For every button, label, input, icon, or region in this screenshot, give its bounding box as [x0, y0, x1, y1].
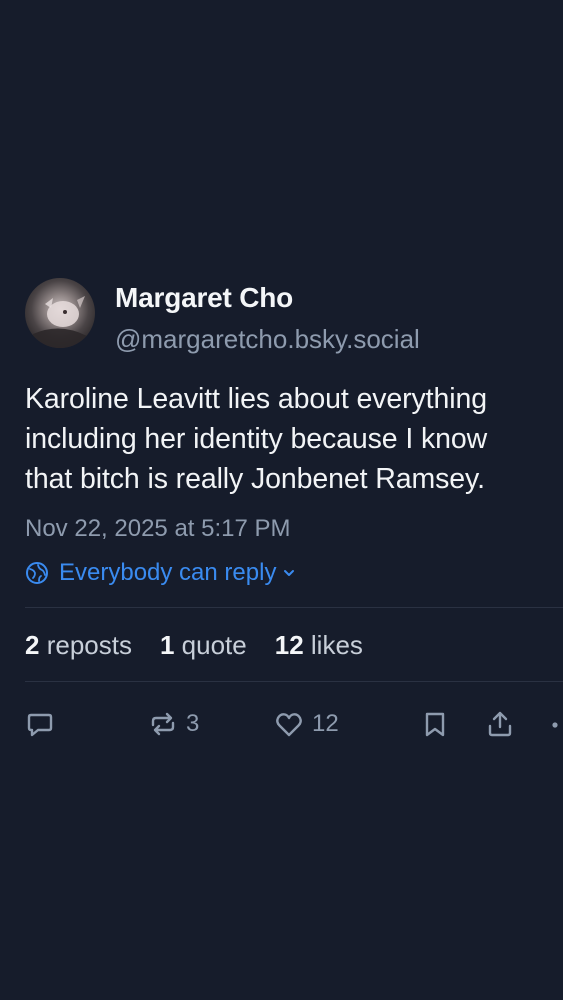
chevron-down-icon: [284, 570, 295, 576]
quotes-label: quote: [181, 630, 247, 660]
post-actions: 3 12: [0, 704, 563, 744]
author-display-name[interactable]: Margaret Cho: [115, 282, 293, 314]
repost-count: 3: [186, 710, 200, 737]
post-text-line: including her identity because I know: [25, 423, 488, 455]
share-icon: [488, 711, 512, 737]
reposts-count: 2: [25, 630, 40, 660]
reply-setting-label: Everybody can reply: [59, 559, 277, 586]
heart-icon: [276, 713, 302, 737]
divider: [25, 607, 563, 608]
likes-stat[interactable]: 12 likes: [275, 630, 363, 661]
reposts-label: reposts: [46, 630, 132, 660]
more-icon: [552, 722, 558, 728]
post-text-line: that bitch is really Jonbenet Ramsey.: [25, 463, 485, 495]
likes-label: likes: [310, 630, 363, 660]
bookmark-icon: [425, 712, 445, 737]
globe-icon: [26, 562, 48, 584]
reply-icon: [27, 713, 53, 737]
post-stats: 2 reposts 1 quote 12 likes: [25, 630, 391, 661]
repost-button[interactable]: 3: [148, 704, 199, 744]
post: Margaret Cho @margaretcho.bsky.social Ka…: [0, 278, 563, 737]
post-text: Karoline Leavitt lies about everything i…: [25, 379, 555, 499]
avatar[interactable]: [25, 278, 95, 348]
post-author-row[interactable]: Margaret Cho @margaretcho.bsky.social: [0, 278, 563, 358]
post-thread-view: Margaret Cho @margaretcho.bsky.social Ka…: [0, 0, 563, 1000]
share-button[interactable]: [485, 704, 515, 744]
author-handle[interactable]: @margaretcho.bsky.social: [115, 324, 420, 355]
divider: [25, 681, 563, 682]
quotes-stat[interactable]: 1 quote: [160, 630, 247, 661]
avatar-photo: [33, 296, 87, 348]
quotes-count: 1: [159, 630, 175, 660]
reply-button[interactable]: [25, 704, 55, 744]
like-count: 12: [312, 710, 339, 737]
post-text-line: Karoline Leavitt lies about everything: [25, 383, 487, 415]
reply-setting-button[interactable]: Everybody can reply: [25, 558, 296, 588]
likes-count: 12: [274, 630, 304, 660]
repost-icon: [151, 712, 175, 736]
post-timestamp: Nov 22, 2025 at 5:17 PM: [25, 515, 291, 542]
bookmark-button[interactable]: [420, 704, 450, 744]
like-button[interactable]: 12: [274, 704, 339, 744]
more-button[interactable]: [549, 704, 561, 744]
reposts-stat[interactable]: 2 reposts: [25, 630, 132, 661]
